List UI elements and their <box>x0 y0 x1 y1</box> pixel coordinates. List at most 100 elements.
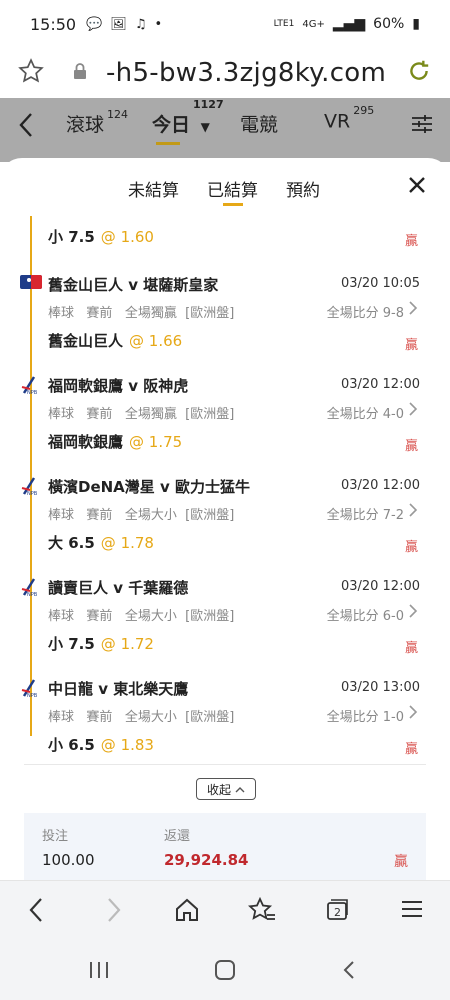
battery-label: 60% <box>373 16 405 32</box>
bet-odds: @ 1.66 <box>129 332 183 350</box>
chat-icon: 💬 <box>86 16 103 32</box>
battery-icon: ▮ <box>412 16 420 32</box>
chevron-right-icon[interactable] <box>408 603 418 623</box>
market-label: 全場獨贏 <box>124 407 177 422</box>
bet-meta: 棒球 賽前 全場獨贏 [歐洲盤] <box>48 403 234 422</box>
bet-summary: 投注 100.00 返還 29,924.84 贏 <box>24 813 426 880</box>
home-icon[interactable] <box>174 897 200 927</box>
menu-icon[interactable] <box>400 897 424 925</box>
chevron-right-icon[interactable] <box>408 704 418 724</box>
volte-label: LTE1 <box>273 19 295 29</box>
match-title: 橫濱DeNA灣星 v 歐力士猛牛 <box>48 478 251 496</box>
browser-toolbar: 2 <box>0 880 450 942</box>
reload-icon[interactable] <box>406 58 432 88</box>
tab-reserved[interactable]: 預約 <box>286 176 320 201</box>
match-title: 福岡軟銀鷹 v 阪神虎 <box>48 377 189 395</box>
url-text[interactable]: -h5-bw3.3zjg8ky.com <box>106 58 386 88</box>
bet-pick: 福岡軟銀鷹 @ 1.75 <box>48 431 182 452</box>
npb-logo-icon: NPB <box>20 375 40 399</box>
svg-text:NPB: NPB <box>27 592 38 597</box>
system-navigation <box>0 942 450 1000</box>
status-time: 15:50 <box>30 14 77 34</box>
match-datetime: 03/20 13:00 <box>340 680 420 695</box>
dropdown-icon: ▼ <box>200 120 210 134</box>
tab-esports[interactable]: 電競 <box>240 110 278 137</box>
tab-settled-underline <box>223 203 243 206</box>
odds-type-label: [歐洲盤] <box>185 306 235 321</box>
tab-vr-count: 295 <box>353 104 375 117</box>
bet-pick-label: 小 7.5 <box>48 228 95 246</box>
bet-meta: 棒球 賽前 全場大小 [歐洲盤] <box>48 605 234 624</box>
sport-label: 棒球 <box>48 306 75 321</box>
browser-forward-icon[interactable] <box>106 897 122 927</box>
odds-type-label: [歐洲盤] <box>185 508 235 523</box>
close-icon[interactable] <box>408 176 426 198</box>
tab-vr[interactable]: VR 295 <box>324 104 374 133</box>
final-score: 全場比分 4-0 <box>326 407 404 422</box>
stage-label: 賽前 <box>86 508 113 523</box>
stage-label: 賽前 <box>86 306 113 321</box>
svg-text:NPB: NPB <box>27 491 38 496</box>
tabs-icon[interactable]: 2 <box>324 897 350 927</box>
bet-pick: 小 6.5 @ 1.83 <box>48 734 154 755</box>
svg-text:NPB: NPB <box>27 693 38 698</box>
filter-settings-icon[interactable] <box>410 112 434 140</box>
tab-settled-label: 已結算 <box>207 181 258 201</box>
match-datetime: 03/20 12:00 <box>340 377 420 392</box>
system-back-icon[interactable] <box>342 960 356 984</box>
market-label: 全場大小 <box>124 609 177 624</box>
tab-settled[interactable]: 已結算 <box>207 176 258 206</box>
chevron-right-icon[interactable] <box>408 502 418 522</box>
npb-logo-icon: NPB <box>20 476 40 500</box>
match-title: 讀賣巨人 v 千葉羅德 <box>48 579 189 597</box>
browser-back-icon[interactable] <box>28 897 44 927</box>
tab-today-count: 1127 <box>193 98 224 111</box>
divider <box>24 764 426 765</box>
notification-icons: 💬 🖼 ♫ • <box>86 17 162 32</box>
sport-label: 棒球 <box>48 508 75 523</box>
stake-label: 投注 <box>42 829 69 844</box>
tab-today[interactable]: 今日 1127 ▼ <box>152 98 224 145</box>
svg-text:NPB: NPB <box>27 390 38 395</box>
collapse-button[interactable]: 收起 <box>196 778 257 800</box>
bookmarks-icon[interactable] <box>247 896 276 927</box>
market-label: 全場大小 <box>124 710 177 725</box>
favorite-star-icon[interactable] <box>18 58 44 88</box>
bet-pick-label: 小 6.5 <box>48 736 95 754</box>
bet-odds: @ 1.83 <box>100 736 154 754</box>
stake-value: 100.00 <box>42 851 95 869</box>
tab-today-underline <box>156 142 180 145</box>
match-datetime: 03/20 12:00 <box>340 478 420 493</box>
bet-meta: 棒球 賽前 全場大小 [歐洲盤] <box>48 706 234 725</box>
bet-pick-label: 舊金山巨人 <box>48 332 124 350</box>
stage-label: 賽前 <box>86 609 113 624</box>
tab-live[interactable]: 滾球 124 <box>66 107 129 137</box>
bet-pick-label: 小 7.5 <box>48 635 95 653</box>
music-icon: ♫ <box>134 16 147 32</box>
recents-icon[interactable] <box>88 960 110 984</box>
tab-live-count: 124 <box>107 107 129 121</box>
tab-today-label: 今日 <box>152 114 191 136</box>
bet-odds: @ 1.75 <box>129 433 183 451</box>
back-icon[interactable] <box>18 112 34 142</box>
tab-vr-label: VR <box>324 110 351 133</box>
match-datetime: 03/20 12:00 <box>340 579 420 594</box>
home-button-icon[interactable] <box>214 960 236 984</box>
app-header: 滾球 124 今日 1127 ▼ 電競 VR 295 <box>0 98 450 162</box>
bet-result: 贏 <box>404 641 418 656</box>
chevron-right-icon[interactable] <box>408 401 418 421</box>
chevron-right-icon[interactable] <box>408 300 418 320</box>
final-score: 全場比分 7-2 <box>326 508 404 523</box>
match-datetime: 03/20 10:05 <box>340 276 420 291</box>
signal-icon: ▂▄▆ <box>332 16 366 32</box>
tab-unsettled[interactable]: 未結算 <box>128 176 179 201</box>
odds-type-label: [歐洲盤] <box>185 710 235 725</box>
match-title: 中日龍 v 東北樂天鷹 <box>48 680 189 698</box>
summary-result: 贏 <box>394 854 408 870</box>
bet-history-sheet: 未結算 已結算 預約 小 7.5 @ 1.60 贏 舊金山巨人 v 堪薩斯皇家 0… <box>0 158 450 880</box>
bet-pick-label: 大 6.5 <box>48 534 95 552</box>
bet-odds: @ 1.60 <box>100 228 154 246</box>
bet-odds: @ 1.72 <box>100 635 154 653</box>
final-score: 全場比分 6-0 <box>326 609 404 624</box>
return-label: 返還 <box>164 829 191 844</box>
